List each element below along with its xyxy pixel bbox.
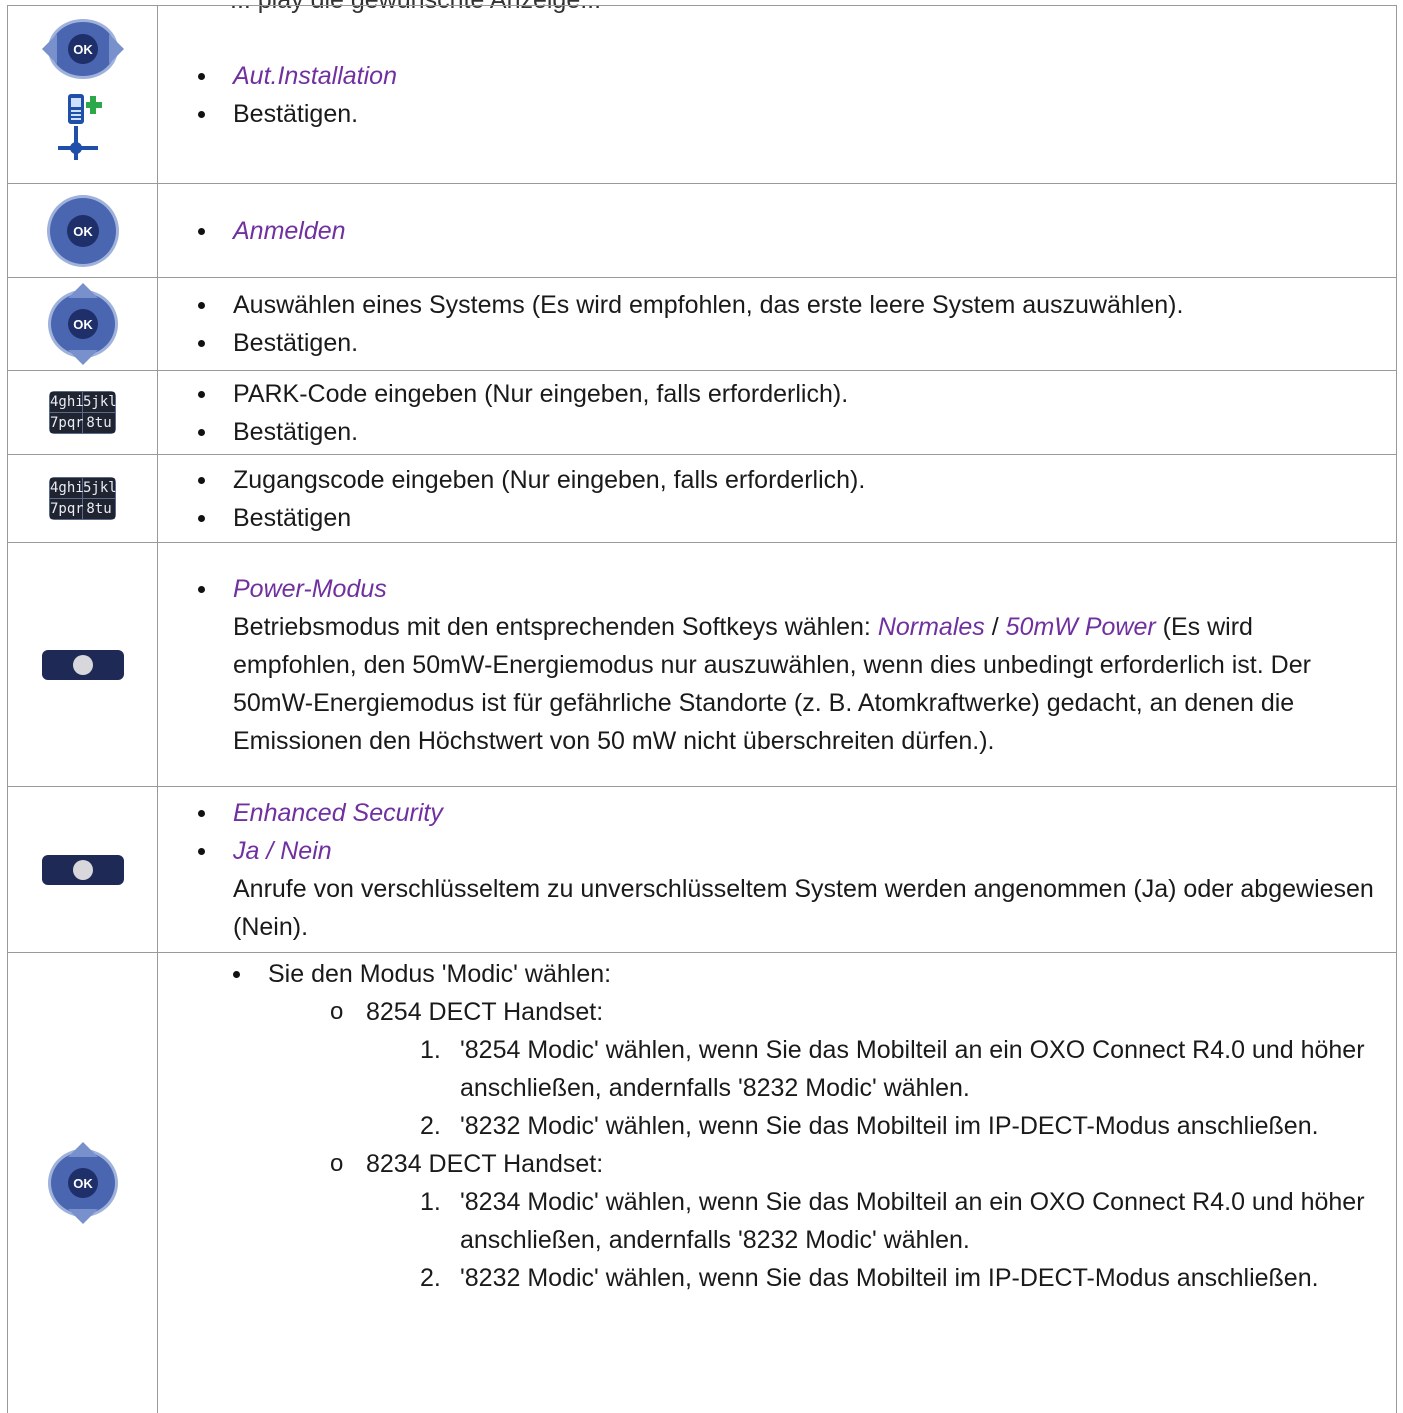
- navigator-ok-up-down-icon: OK: [47, 283, 118, 365]
- text-cell: Enhanced Security Ja / Nein Anrufe von v…: [157, 786, 1397, 953]
- list-item: Zugangscode eingeben (Nur eingeben, fall…: [158, 461, 1396, 499]
- text-cell: Auswählen eines Systems (Es wird empfohl…: [157, 277, 1397, 371]
- icon-cell: [7, 542, 158, 787]
- step-number: 1.: [420, 1036, 441, 1064]
- text-cell: Anmelden: [157, 183, 1397, 278]
- list-item: Anmelden: [158, 212, 1396, 250]
- step-text: '8232 Modic' wählen, wenn Sie das Mobilt…: [460, 1264, 1319, 1292]
- power-mode-description: Betriebsmodus mit den entsprechenden Sof…: [158, 608, 1396, 760]
- ok-button-icon: OK: [46, 194, 119, 267]
- keypad-key: 7pqr: [50, 499, 84, 519]
- navigator-ok-up-down-icon: OK: [47, 1141, 118, 1224]
- list-item: Ja / Nein: [158, 832, 1396, 870]
- security-description: Anrufe von verschlüsseltem zu unverschlü…: [233, 874, 1374, 941]
- description-text: Betriebsmodus mit den entsprechenden Sof…: [233, 612, 878, 641]
- table-row: OK Sie den Modus 'Modic' wählen: 8254 DE…: [7, 952, 1397, 1413]
- keypad-key: 7pqr: [50, 413, 84, 433]
- sub-list: 8234 DECT Handset:: [158, 1145, 1396, 1183]
- softkey-icon: [41, 649, 124, 680]
- list-item: Bestätigen.: [158, 413, 1396, 451]
- navigator-ok-left-right-icon: OK: [41, 18, 124, 79]
- step-text: '8254 Modic' wählen, wenn Sie das Mobilt…: [460, 1036, 1365, 1102]
- keypad-key: 4ghi: [50, 392, 84, 412]
- handset-settings-icon: [57, 93, 102, 160]
- separator: /: [984, 612, 1006, 641]
- step-number: 2.: [420, 1112, 441, 1140]
- table-row: OK Anmelden: [7, 183, 1397, 278]
- icon-cell: OK: [7, 952, 158, 1413]
- table-row: Power-Modus Betriebsmodus mit den entspr…: [7, 542, 1397, 787]
- list-item: Bestätigen.: [158, 95, 1396, 133]
- table-row: OK Auswählen eines Systems (Es wird empf…: [7, 277, 1397, 371]
- list-item: 2. '8232 Modic' wählen, wenn Sie das Mobi…: [158, 1107, 1396, 1145]
- bullet-list: Sie den Modus 'Modic' wählen:: [158, 955, 1396, 993]
- keypad-icon: 4ghi 5jkl 7pqr 8tu: [49, 391, 116, 434]
- instruction-table: OK Aut.Installation Bestätigen. OK Anmel…: [7, 5, 1397, 1413]
- text-cell: Zugangscode eingeben (Nur eingeben, fall…: [157, 454, 1397, 543]
- bullet-list: Enhanced Security Ja / Nein: [158, 794, 1396, 870]
- keypad-key: 5jkl: [83, 392, 116, 412]
- keypad-key: 5jkl: [83, 478, 116, 498]
- bullet-list: Power-Modus: [158, 570, 1396, 608]
- list-item: 8254 DECT Handset:: [158, 993, 1396, 1031]
- list-item: PARK-Code eingeben (Nur eingeben, falls …: [158, 375, 1396, 413]
- icon-cell: OK: [7, 277, 158, 371]
- list-item: Bestätigen.: [158, 324, 1396, 362]
- list-item: Auswählen eines Systems (Es wird empfohl…: [158, 286, 1396, 324]
- table-row: OK Aut.Installation Bestätigen.: [7, 5, 1397, 184]
- table-row: Enhanced Security Ja / Nein Anrufe von v…: [7, 786, 1397, 953]
- icon-cell: OK: [7, 5, 158, 184]
- bullet-list: Zugangscode eingeben (Nur eingeben, fall…: [158, 459, 1396, 539]
- list-item: Enhanced Security: [158, 794, 1396, 832]
- text-cell: Power-Modus Betriebsmodus mit den entspr…: [157, 542, 1397, 787]
- list-item: Sie den Modus 'Modic' wählen:: [158, 955, 1396, 993]
- numbered-list: 1. '8234 Modic' wählen, wenn Sie das Mobi…: [158, 1183, 1396, 1297]
- list-item: Aut.Installation: [158, 57, 1396, 95]
- keypad-key: 8tu: [83, 413, 115, 433]
- icon-cell: 4ghi 5jkl 7pqr 8tu: [7, 370, 158, 455]
- icon-cell: OK: [7, 183, 158, 278]
- step-text: '8234 Modic' wählen, wenn Sie das Mobilt…: [460, 1188, 1365, 1254]
- option-normales: Normales: [877, 612, 985, 641]
- svg-text:OK: OK: [73, 1176, 93, 1191]
- bullet-list: Auswählen eines Systems (Es wird empfohl…: [158, 284, 1396, 364]
- text-cell: Sie den Modus 'Modic' wählen: 8254 DECT …: [157, 952, 1397, 1413]
- softkey-icon: [41, 854, 124, 885]
- option-50mw-power: 50mW Power: [1005, 612, 1156, 641]
- step-number: 2.: [420, 1264, 441, 1292]
- keypad-key: 8tu: [83, 499, 115, 519]
- table-row: 4ghi 5jkl 7pqr 8tu Zugangscode eingeben …: [7, 454, 1397, 543]
- bullet-list: Anmelden: [158, 210, 1396, 252]
- keypad-key: 4ghi: [50, 478, 84, 498]
- list-item: Power-Modus: [158, 570, 1396, 608]
- svg-text:OK: OK: [73, 42, 93, 57]
- list-item: 1. '8234 Modic' wählen, wenn Sie das Mobi…: [158, 1183, 1396, 1259]
- list-item: 1. '8254 Modic' wählen, wenn Sie das Mobi…: [158, 1031, 1396, 1107]
- list-item: 2. '8232 Modic' wählen, wenn Sie das Mobi…: [158, 1259, 1396, 1297]
- svg-text:OK: OK: [73, 317, 93, 332]
- list-item: Bestätigen: [158, 499, 1396, 537]
- step-number: 1.: [420, 1188, 441, 1216]
- text-cell: PARK-Code eingeben (Nur eingeben, falls …: [157, 370, 1397, 455]
- sub-list: 8254 DECT Handset:: [158, 993, 1396, 1031]
- bullet-list: Aut.Installation Bestätigen.: [158, 55, 1396, 135]
- icon-cell: [7, 786, 158, 953]
- numbered-list: 1. '8254 Modic' wählen, wenn Sie das Mobi…: [158, 1031, 1396, 1145]
- table-row: 4ghi 5jkl 7pqr 8tu PARK-Code eingeben (N…: [7, 370, 1397, 455]
- bullet-list: PARK-Code eingeben (Nur eingeben, falls …: [158, 373, 1396, 453]
- svg-text:OK: OK: [73, 224, 93, 239]
- list-item: 8234 DECT Handset:: [158, 1145, 1396, 1183]
- icon-cell: 4ghi 5jkl 7pqr 8tu: [7, 454, 158, 543]
- text-cell: Aut.Installation Bestätigen.: [157, 5, 1397, 184]
- step-text: '8232 Modic' wählen, wenn Sie das Mobilt…: [460, 1112, 1319, 1140]
- keypad-icon: 4ghi 5jkl 7pqr 8tu: [49, 477, 116, 520]
